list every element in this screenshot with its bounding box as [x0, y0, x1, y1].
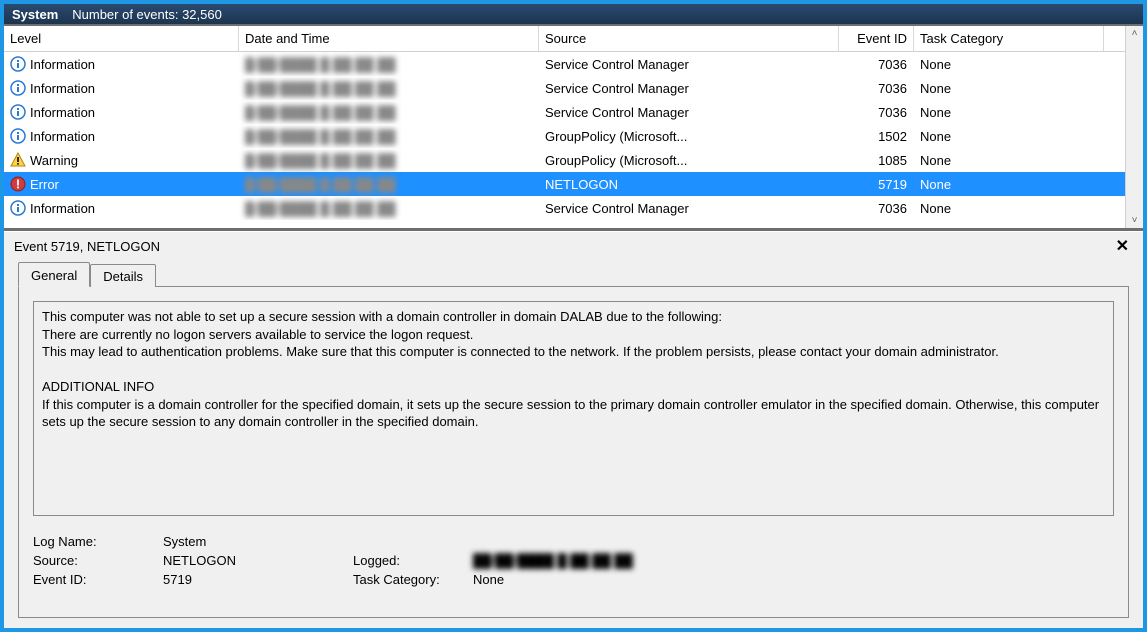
cell-event-id: 1502 — [839, 124, 914, 148]
scroll-down-icon[interactable]: ˅ — [1132, 213, 1138, 228]
prop-task-key: Task Category: — [353, 572, 473, 587]
cell-date: █/██/████ █:██:██ ██ — [245, 105, 396, 120]
prop-task-value: None — [473, 572, 1114, 587]
cell-level: Information — [30, 105, 95, 120]
tab-general[interactable]: General — [18, 262, 90, 287]
cell-date: █/██/████ █:██:██ ██ — [245, 153, 396, 168]
cell-level: Information — [30, 57, 95, 72]
col-header-source[interactable]: Source — [539, 26, 839, 51]
cell-task: None — [914, 124, 1104, 148]
tab-strip: General Details — [4, 258, 1143, 286]
cell-event-id: 7036 — [839, 100, 914, 124]
scroll-up-icon[interactable]: ˄ — [1132, 26, 1138, 41]
cell-event-id: 1085 — [839, 148, 914, 172]
cell-source: NETLOGON — [539, 172, 839, 196]
detail-title: Event 5719, NETLOGON — [14, 239, 160, 254]
cell-event-id: 7036 — [839, 76, 914, 100]
event-count: Number of events: 32,560 — [72, 7, 222, 22]
col-header-level[interactable]: Level — [4, 26, 239, 51]
cell-task: None — [914, 100, 1104, 124]
warning-icon — [10, 152, 26, 168]
cell-date: █/██/████ █:██:██ ██ — [245, 81, 396, 96]
info-icon — [10, 200, 26, 216]
table-row[interactable]: Information █/██/████ █:██:██ ██ Service C… — [4, 100, 1125, 124]
event-viewer-window: System Number of events: 32,560 Level Da… — [0, 0, 1147, 632]
scrollbar[interactable]: ˄ ˅ — [1125, 26, 1143, 228]
cell-task: None — [914, 76, 1104, 100]
cell-source: Service Control Manager — [539, 76, 839, 100]
cell-source: GroupPolicy (Microsoft... — [539, 124, 839, 148]
titlebar: System Number of events: 32,560 — [4, 4, 1143, 26]
prop-logged-key: Logged: — [353, 553, 473, 568]
info-icon — [10, 56, 26, 72]
cell-level: Information — [30, 81, 95, 96]
col-header-eventid[interactable]: Event ID — [839, 26, 914, 51]
general-panel: This computer was not able to set up a s… — [18, 286, 1129, 618]
table-row[interactable]: Error █/██/████ █:██:██ ██ NETLOGON5719Non… — [4, 172, 1125, 196]
prop-source-value: NETLOGON — [163, 553, 353, 568]
event-list: Level Date and Time Source Event ID Task… — [4, 26, 1143, 231]
info-icon — [10, 80, 26, 96]
prop-logged-value: ██/██/████ █:██:██ ██ — [473, 553, 1114, 568]
prop-logname-value: System — [163, 534, 353, 549]
cell-source: Service Control Manager — [539, 196, 839, 220]
cell-level: Information — [30, 201, 95, 216]
event-properties: Log Name: System Source: NETLOGON Logged… — [33, 534, 1114, 587]
cell-date: █/██/████ █:██:██ ██ — [245, 129, 396, 144]
table-row[interactable]: Information █/██/████ █:██:██ ██ Service C… — [4, 196, 1125, 220]
cell-source: GroupPolicy (Microsoft... — [539, 148, 839, 172]
column-headers[interactable]: Level Date and Time Source Event ID Task… — [4, 26, 1125, 52]
cell-task: None — [914, 148, 1104, 172]
table-row[interactable]: Information █/██/████ █:██:██ ██ Service C… — [4, 52, 1125, 76]
close-icon[interactable]: ✕ — [1112, 236, 1133, 256]
cell-event-id: 7036 — [839, 52, 914, 76]
cell-task: None — [914, 52, 1104, 76]
info-icon — [10, 104, 26, 120]
log-name: System — [12, 7, 58, 22]
col-header-date[interactable]: Date and Time — [239, 26, 539, 51]
event-description[interactable]: This computer was not able to set up a s… — [33, 301, 1114, 516]
cell-level: Information — [30, 129, 95, 144]
prop-eventid-value: 5719 — [163, 572, 353, 587]
cell-level: Warning — [30, 153, 78, 168]
cell-task: None — [914, 172, 1104, 196]
table-row[interactable]: Information █/██/████ █:██:██ ██ GroupPoli… — [4, 124, 1125, 148]
prop-source-key: Source: — [33, 553, 163, 568]
cell-level: Error — [30, 177, 59, 192]
cell-source: Service Control Manager — [539, 52, 839, 76]
detail-pane: Event 5719, NETLOGON ✕ General Details T… — [4, 231, 1143, 628]
prop-logname-key: Log Name: — [33, 534, 163, 549]
cell-event-id: 5719 — [839, 172, 914, 196]
table-row[interactable]: Warning █/██/████ █:██:██ ██ GroupPolicy (… — [4, 148, 1125, 172]
cell-date: █/██/████ █:██:██ ██ — [245, 57, 396, 72]
error-icon — [10, 176, 26, 192]
table-row[interactable]: Information █/██/████ █:██:██ ██ Service C… — [4, 76, 1125, 100]
cell-source: Service Control Manager — [539, 100, 839, 124]
info-icon — [10, 128, 26, 144]
cell-event-id: 7036 — [839, 196, 914, 220]
col-header-task[interactable]: Task Category — [914, 26, 1104, 51]
prop-eventid-key: Event ID: — [33, 572, 163, 587]
cell-date: █/██/████ █:██:██ ██ — [245, 201, 396, 216]
cell-date: █/██/████ █:██:██ ██ — [245, 177, 396, 192]
cell-task: None — [914, 196, 1104, 220]
event-rows[interactable]: Information █/██/████ █:██:██ ██ Service C… — [4, 52, 1125, 228]
tab-details[interactable]: Details — [90, 264, 156, 287]
